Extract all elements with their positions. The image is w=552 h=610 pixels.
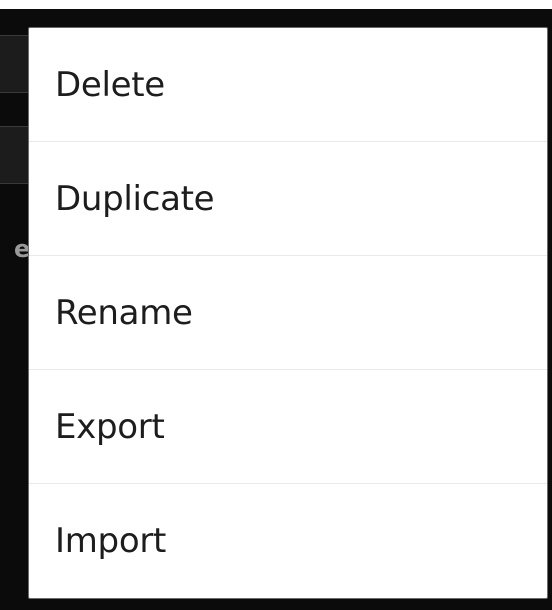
menu-item-duplicate[interactable]: Duplicate bbox=[29, 142, 547, 256]
menu-item-delete[interactable]: Delete bbox=[29, 28, 547, 142]
background-row bbox=[0, 35, 28, 93]
background-row bbox=[0, 126, 28, 184]
context-menu: Delete Duplicate Rename Export Import bbox=[28, 27, 548, 599]
menu-item-export[interactable]: Export bbox=[29, 370, 547, 484]
menu-item-rename[interactable]: Rename bbox=[29, 256, 547, 370]
background-partial-text: ea bbox=[14, 235, 28, 263]
menu-item-import[interactable]: Import bbox=[29, 484, 547, 598]
screen: ea Delete Duplicate Rename Export Import bbox=[0, 0, 552, 610]
